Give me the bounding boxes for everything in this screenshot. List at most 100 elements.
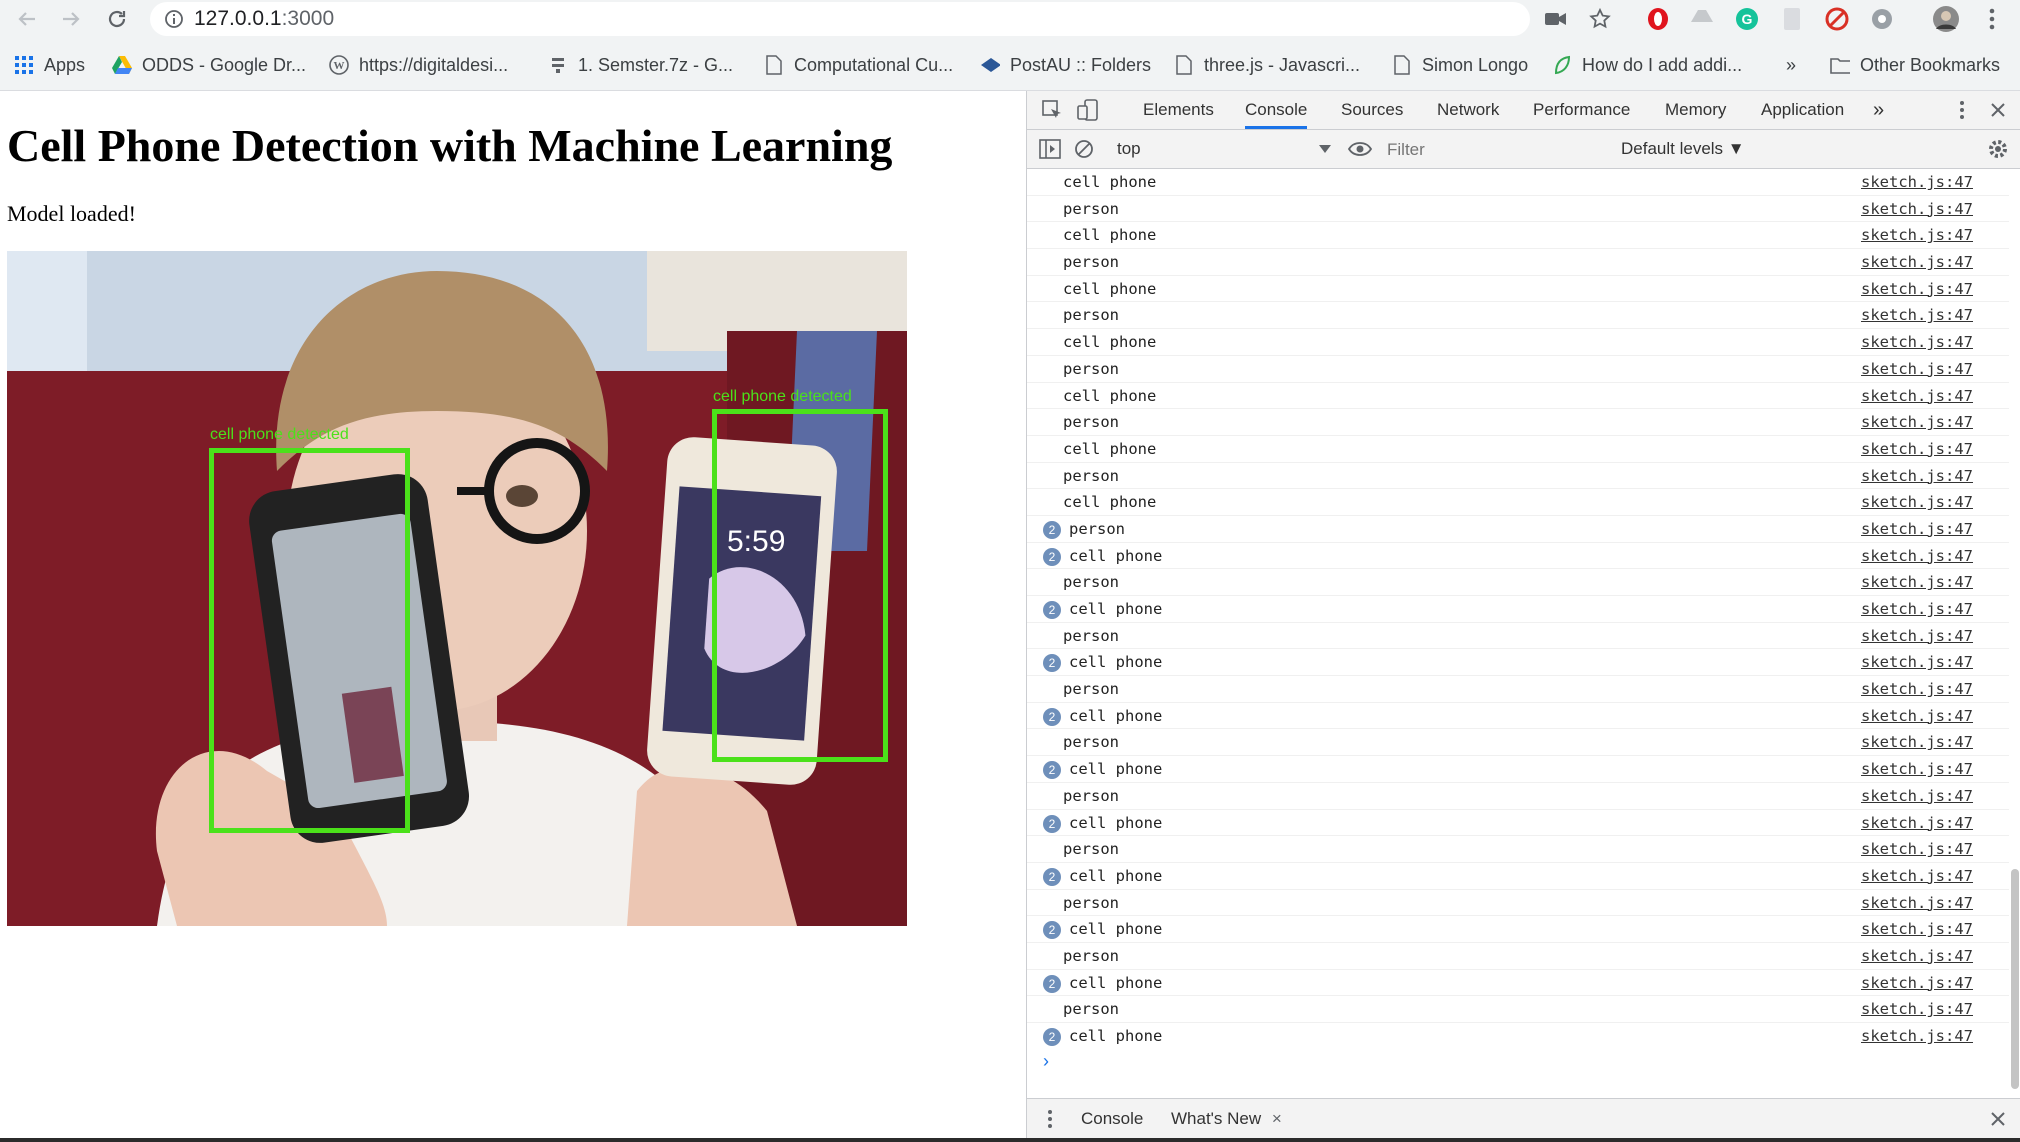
repeat-count-badge: 2	[1043, 520, 1061, 539]
reload-button[interactable]	[102, 4, 132, 34]
live-expression-eye-icon[interactable]	[1347, 136, 1373, 162]
close-devtools-icon[interactable]	[1985, 97, 2011, 123]
console-prompt-chevron-icon[interactable]: ›	[1043, 1051, 1049, 1072]
source-link[interactable]: sketch.js:47	[1861, 760, 1973, 778]
tab-console[interactable]: Console	[1245, 91, 1308, 129]
bookmark-computational[interactable]: Computational Cu...	[764, 52, 953, 78]
opera-extension-icon[interactable]	[1644, 5, 1672, 33]
source-link[interactable]: sketch.js:47	[1861, 894, 1973, 912]
source-link[interactable]: sketch.js:47	[1861, 1027, 1973, 1045]
page-icon	[1392, 55, 1412, 75]
source-link[interactable]: sketch.js:47	[1861, 653, 1973, 671]
source-link[interactable]: sketch.js:47	[1861, 627, 1973, 645]
svg-text:G: G	[1742, 11, 1753, 27]
bookmark-apps[interactable]: Apps	[14, 52, 85, 78]
back-button[interactable]	[12, 4, 42, 34]
source-link[interactable]: sketch.js:47	[1861, 974, 1973, 992]
sidebar-toggle-icon[interactable]	[1037, 136, 1063, 162]
close-tab-icon[interactable]: ×	[1272, 1109, 1282, 1128]
source-link[interactable]: sketch.js:47	[1861, 680, 1973, 698]
source-link[interactable]: sketch.js:47	[1861, 573, 1973, 591]
console-message: cell phone	[1063, 173, 1157, 191]
forward-button[interactable]	[56, 4, 86, 34]
source-link[interactable]: sketch.js:47	[1861, 840, 1973, 858]
source-link[interactable]: sketch.js:47	[1861, 787, 1973, 805]
bookmark-label: Computational Cu...	[794, 54, 954, 75]
source-link[interactable]: sketch.js:47	[1861, 280, 1973, 298]
info-icon[interactable]	[164, 9, 184, 29]
source-link[interactable]: sketch.js:47	[1861, 947, 1973, 965]
source-link[interactable]: sketch.js:47	[1861, 920, 1973, 938]
console-message: cell phone	[1063, 493, 1157, 512]
inspect-element-icon[interactable]	[1039, 97, 1065, 123]
source-link[interactable]: sketch.js:47	[1861, 467, 1973, 485]
document-extension-icon[interactable]	[1778, 5, 1806, 33]
source-link[interactable]: sketch.js:47	[1861, 520, 1973, 538]
bookmark-label: 1. Semster.7z - G...	[578, 54, 734, 75]
bookmarks-overflow-button[interactable]: »	[1786, 52, 1796, 78]
console-message: person	[1063, 466, 1119, 485]
tab-memory[interactable]: Memory	[1665, 91, 1726, 129]
device-toolbar-icon[interactable]	[1075, 97, 1101, 123]
log-levels-dropdown[interactable]: Default levels ▼	[1621, 136, 1745, 162]
source-link[interactable]: sketch.js:47	[1861, 600, 1973, 618]
source-link[interactable]: sketch.js:47	[1861, 547, 1973, 565]
bookmark-how-do-i[interactable]: How do I add addi...	[1552, 52, 1742, 78]
drawer-tab-console[interactable]: Console	[1081, 1099, 1143, 1139]
block-extension-icon[interactable]	[1823, 5, 1851, 33]
bookmark-odds-drive[interactable]: ODDS - Google Dr...	[112, 52, 306, 78]
clear-console-icon[interactable]	[1071, 136, 1097, 162]
source-link[interactable]: sketch.js:47	[1861, 200, 1973, 218]
drawer-tab-whats-new[interactable]: What's New ×	[1171, 1099, 1282, 1139]
console-scrollbar-thumb[interactable]	[2011, 869, 2019, 1089]
console-log-row: person sketch.js:47	[1027, 729, 2009, 757]
source-link[interactable]: sketch.js:47	[1861, 333, 1973, 351]
camera-icon[interactable]	[1542, 5, 1570, 33]
bookmark-postau[interactable]: PostAU :: Folders	[980, 52, 1151, 78]
tab-performance[interactable]: Performance	[1533, 91, 1630, 129]
execution-context-select[interactable]: top	[1117, 136, 1341, 162]
source-link[interactable]: sketch.js:47	[1861, 493, 1973, 511]
bookmark-threejs[interactable]: three.js - Javascri...	[1174, 52, 1360, 78]
console-message: person	[1063, 306, 1119, 325]
console-log-row: 2 cell phone sketch.js:47	[1027, 703, 2009, 730]
source-link[interactable]: sketch.js:47	[1861, 253, 1973, 271]
source-link[interactable]: sketch.js:47	[1861, 387, 1973, 405]
source-link[interactable]: sketch.js:47	[1861, 226, 1973, 244]
bookmark-digitaldesign[interactable]: W https://digitaldesi...	[329, 52, 508, 78]
window-bottom-edge	[0, 1138, 2020, 1142]
close-drawer-icon[interactable]	[1985, 1106, 2011, 1132]
source-link[interactable]: sketch.js:47	[1861, 413, 1973, 431]
tab-application[interactable]: Application	[1761, 91, 1844, 129]
devtools-menu-icon[interactable]	[1949, 97, 1975, 123]
bookmark-semester-archive[interactable]: 1. Semster.7z - G...	[548, 52, 733, 78]
source-link[interactable]: sketch.js:47	[1861, 814, 1973, 832]
grammarly-icon[interactable]: G	[1733, 5, 1761, 33]
settings-extension-icon[interactable]	[1868, 5, 1896, 33]
tab-elements[interactable]: Elements	[1143, 91, 1214, 129]
drawer-menu-icon[interactable]	[1037, 1106, 1063, 1132]
source-link[interactable]: sketch.js:47	[1861, 707, 1973, 725]
drive-extension-icon[interactable]	[1688, 5, 1716, 33]
console-filter-input[interactable]	[1385, 135, 1621, 165]
console-settings-gear-icon[interactable]	[1985, 136, 2011, 162]
address-bar[interactable]: 127.0.0.1:3000	[150, 2, 1530, 36]
source-link[interactable]: sketch.js:47	[1861, 867, 1973, 885]
console-log-row: person sketch.js:47	[1027, 836, 2009, 863]
repeat-count-badge: 2	[1043, 867, 1061, 886]
bookmark-star-icon[interactable]	[1586, 5, 1614, 33]
menu-kebab-icon[interactable]	[1978, 5, 2006, 33]
tabs-overflow-button[interactable]: »	[1873, 91, 1884, 129]
source-link[interactable]: sketch.js:47	[1861, 440, 1973, 458]
bookmark-simon-longo[interactable]: Simon Longo	[1392, 52, 1528, 78]
source-link[interactable]: sketch.js:47	[1861, 733, 1973, 751]
source-link[interactable]: sketch.js:47	[1861, 360, 1973, 378]
source-link[interactable]: sketch.js:47	[1861, 1000, 1973, 1018]
detection-label: cell phone detected	[713, 388, 852, 405]
source-link[interactable]: sketch.js:47	[1861, 173, 1973, 191]
source-link[interactable]: sketch.js:47	[1861, 306, 1973, 324]
other-bookmarks-folder[interactable]: Other Bookmarks	[1830, 52, 2000, 78]
tab-sources[interactable]: Sources	[1341, 91, 1403, 129]
profile-avatar[interactable]	[1932, 5, 1960, 33]
tab-network[interactable]: Network	[1437, 91, 1499, 129]
